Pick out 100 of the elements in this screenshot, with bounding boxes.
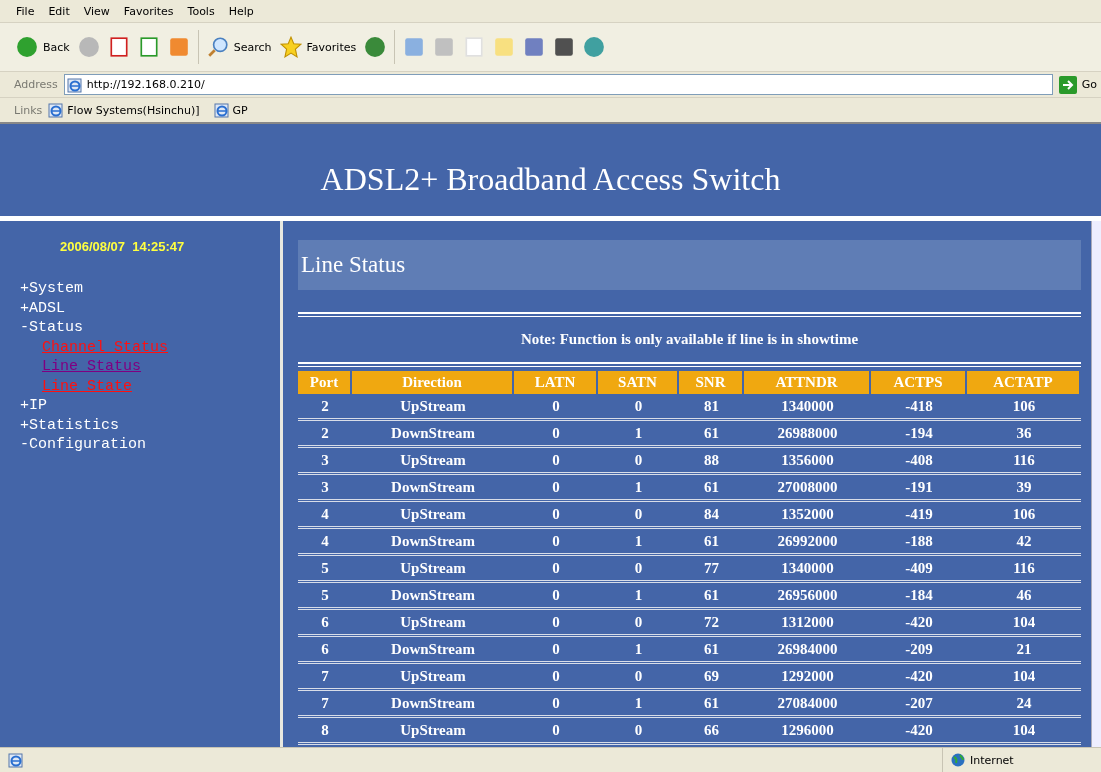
star-icon	[279, 36, 302, 58]
table-cell: 1	[598, 529, 679, 556]
menu-item[interactable]: Edit	[48, 4, 70, 18]
table-cell: 27008000	[744, 475, 871, 502]
nav-item[interactable]: +System	[20, 279, 280, 299]
table-cell: 0	[598, 448, 679, 475]
table-cell: 26956000	[744, 583, 871, 610]
table-cell: 0	[514, 529, 598, 556]
nav-item[interactable]: +Statistics	[20, 415, 280, 435]
column-header: ACTPS	[871, 371, 967, 394]
table-cell: 7	[298, 664, 352, 691]
menu-item[interactable]: File	[16, 4, 35, 18]
table-cell: -209	[871, 637, 967, 664]
table-cell: 42	[967, 529, 1081, 556]
table-cell: -408	[871, 448, 967, 475]
menu-item[interactable]: Tools	[187, 4, 215, 18]
table-cell: UpStream	[352, 610, 514, 637]
table-cell: 1	[598, 475, 679, 502]
table-cell: 1352000	[744, 502, 871, 529]
table-cell: 0	[514, 664, 598, 691]
table-cell: -420	[871, 610, 967, 637]
table-cell: 4	[298, 502, 352, 529]
nav-item[interactable]: +IP	[20, 396, 280, 416]
links-label: Links	[14, 103, 43, 117]
table-cell: 0	[598, 664, 679, 691]
table-cell: 1356000	[744, 448, 871, 475]
menu-item[interactable]: View	[83, 4, 110, 18]
table-cell: 77	[679, 556, 744, 583]
table-cell: -207	[871, 691, 967, 718]
table-cell: 21	[967, 637, 1081, 664]
table-cell: 69	[679, 664, 744, 691]
table-cell: 116	[967, 556, 1081, 583]
table-cell: 0	[514, 421, 598, 448]
table-cell: 84	[679, 502, 744, 529]
table-cell: 61	[679, 529, 744, 556]
table-cell: 1	[598, 583, 679, 610]
table-cell: -188	[871, 529, 967, 556]
table-cell: 0	[598, 502, 679, 529]
table-cell: DownStream	[352, 583, 514, 610]
column-header: Port	[298, 371, 352, 394]
nav-item[interactable]: +ADSL	[20, 298, 280, 318]
address-field[interactable]: http://192.168.0.210/	[63, 74, 1053, 95]
nav-item[interactable]: -Configuration	[20, 435, 280, 455]
page-title: ADSL2+ Broadband Access Switch	[320, 160, 781, 198]
table-cell: 27084000	[744, 691, 871, 718]
table-cell: 61	[679, 475, 744, 502]
table-cell: 1292000	[744, 664, 871, 691]
table-cell: 26984000	[744, 637, 871, 664]
table-cell: DownStream	[352, 637, 514, 664]
table-cell: 5	[298, 583, 352, 610]
clock-text: 2006/08/07 14:25:47	[60, 239, 186, 254]
table-cell: DownStream	[352, 529, 514, 556]
menu-item[interactable]: Help	[228, 4, 254, 18]
favorite-link[interactable]: Flow Systems(Hsinchu)]	[48, 102, 200, 118]
table-cell: 0	[514, 556, 598, 583]
table-cell: -194	[871, 421, 967, 448]
table-cell: 6	[298, 637, 352, 664]
table-cell: 1340000	[744, 556, 871, 583]
scrollbar[interactable]	[1091, 221, 1101, 747]
search-icon	[206, 36, 229, 58]
table-cell: 26988000	[744, 421, 871, 448]
search-button[interactable]: Search	[206, 36, 272, 58]
table-cell: 5	[298, 556, 352, 583]
column-header: SNR	[679, 371, 744, 394]
table-cell: 6	[298, 610, 352, 637]
go-button[interactable]: Go	[1058, 75, 1097, 94]
column-header: LATN	[514, 371, 598, 394]
table-cell: 46	[967, 583, 1081, 610]
table-cell: 72	[679, 610, 744, 637]
column-header: SATN	[598, 371, 679, 394]
table-cell: 3	[298, 448, 352, 475]
table-cell: 104	[967, 664, 1081, 691]
note-text: Note: Function is only available if line is in showtime	[519, 330, 860, 349]
table-cell: 39	[967, 475, 1081, 502]
table-cell: DownStream	[352, 475, 514, 502]
table-cell: 4	[298, 529, 352, 556]
nav-item[interactable]: -Status	[20, 318, 280, 338]
zone-text: Internet	[970, 753, 1014, 767]
menu-item[interactable]: Favorites	[123, 4, 174, 18]
table-cell: 1	[598, 637, 679, 664]
table-cell: 88	[679, 448, 744, 475]
back-button[interactable]: Back	[16, 36, 70, 58]
favorite-link[interactable]: GP	[213, 102, 248, 118]
table-cell: 0	[514, 637, 598, 664]
table-cell: UpStream	[352, 448, 514, 475]
table-cell: UpStream	[352, 502, 514, 529]
table-cell: 0	[514, 691, 598, 718]
table-cell: 1	[598, 421, 679, 448]
table-cell: 3	[298, 475, 352, 502]
table-cell: 0	[598, 394, 679, 421]
table-cell: 26992000	[744, 529, 871, 556]
section-heading: Line Status	[301, 252, 406, 278]
favorites-button[interactable]: Favorites	[279, 36, 357, 58]
table-cell: 0	[598, 610, 679, 637]
table-cell: DownStream	[352, 421, 514, 448]
table-cell: 0	[514, 394, 598, 421]
table-cell: UpStream	[352, 664, 514, 691]
globe-icon	[951, 753, 965, 767]
table-cell: 2	[298, 421, 352, 448]
table-cell: UpStream	[352, 394, 514, 421]
